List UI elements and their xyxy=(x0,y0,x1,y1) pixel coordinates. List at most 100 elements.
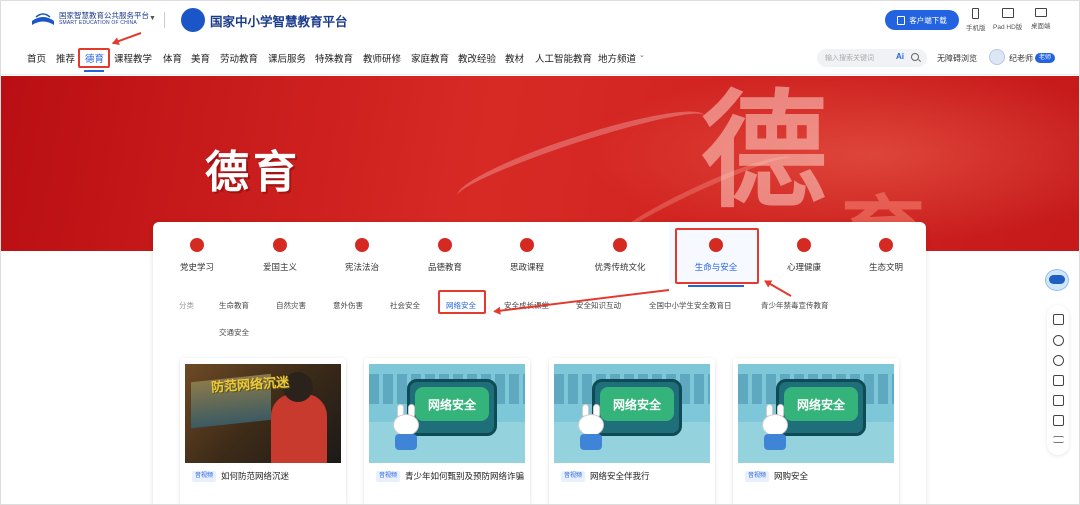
category-label: 生态文明 xyxy=(868,262,903,272)
subcategory-anti-drug[interactable]: 青少年禁毒宣传教育 xyxy=(761,300,829,311)
party-emblem-icon xyxy=(188,237,206,253)
subcategory-safety-interaction[interactable]: 安全知识互动 xyxy=(576,300,621,311)
device-label: Pad HD版 xyxy=(993,24,1023,31)
card-title[interactable]: 网购安全 xyxy=(774,470,894,483)
bunny-mascot xyxy=(391,404,423,452)
card-thumbnail: 网络安全 xyxy=(554,364,710,463)
mobile-version-link[interactable]: 手机版 xyxy=(966,8,986,32)
nav-item-recommend[interactable]: 推荐 xyxy=(56,51,75,65)
category-label: 思政课程 xyxy=(509,262,544,272)
heart-hands-icon xyxy=(436,237,454,253)
cube-icon[interactable] xyxy=(1053,355,1064,366)
pad-version-link[interactable]: Pad HD版 xyxy=(993,8,1022,31)
thumbnail-overlay-text: 网络安全 xyxy=(600,387,674,421)
download-button[interactable]: 客户端下载 xyxy=(885,10,959,30)
nav-item-reform[interactable]: 教改经验 xyxy=(458,51,496,65)
category-label: 优秀传统文化 xyxy=(594,262,646,272)
category-patriotism[interactable]: 爱国主义 xyxy=(244,237,316,273)
logo-english-text: SMART EDUCATION OF CHINA xyxy=(59,19,137,26)
feedback-icon[interactable] xyxy=(1053,415,1064,426)
accessibility-link[interactable]: 无障碍浏览 xyxy=(937,53,977,64)
nav-item-teacher-training[interactable]: 教师研修 xyxy=(363,51,401,65)
copy-icon[interactable] xyxy=(1053,375,1064,386)
book-logo-icon xyxy=(32,13,54,25)
resource-card[interactable]: 网络安全 音视频 网络安全伴我行 xyxy=(549,358,715,504)
card-title[interactable]: 青少年如何甄别及预防网络诈骗 xyxy=(405,470,525,483)
media-type-badge: 音视频 xyxy=(192,471,217,482)
nav-item-after-school[interactable]: 课后服务 xyxy=(268,51,306,65)
category-morality[interactable]: 品德教育 xyxy=(409,237,481,273)
subcategory-label: 分类 xyxy=(179,301,194,310)
platform-logo[interactable]: 国家中小学智慧教育平台 xyxy=(181,8,348,32)
category-party-history[interactable]: 党史学习 xyxy=(161,237,233,273)
logo-chinese-text: 国家智慧教育公共服务平台 xyxy=(59,11,149,21)
active-nav-underline xyxy=(84,70,104,72)
card-thumbnail: 网络安全 xyxy=(738,364,894,463)
search-box[interactable]: 输入搜索关键词 Ai xyxy=(817,49,927,67)
subcategory-safety-day[interactable]: 全国中小学生安全教育日 xyxy=(649,300,732,311)
card-title[interactable]: 网络安全伴我行 xyxy=(590,470,710,483)
divider xyxy=(164,12,165,28)
nav-item-home[interactable]: 首页 xyxy=(27,51,46,65)
bunny-mascot xyxy=(576,404,608,452)
category-label: 宪法法治 xyxy=(344,262,379,272)
smart-education-logo[interactable]: 国家智慧教育公共服务平台 SMART EDUCATION OF CHINA xyxy=(31,11,149,27)
nav-item-labor[interactable]: 劳动教育 xyxy=(220,51,258,65)
category-label: 心理健康 xyxy=(786,262,821,272)
card-thumbnail: 网络安全 xyxy=(369,364,525,463)
document-icon[interactable] xyxy=(1053,395,1064,406)
menu-icon[interactable] xyxy=(1053,436,1064,443)
category-constitution-law[interactable]: 宪法法治 xyxy=(326,237,398,273)
nav-item-sports[interactable]: 体育 xyxy=(163,51,182,65)
highlight-box xyxy=(78,48,110,68)
category-label: 品德教育 xyxy=(427,262,462,272)
home-icon[interactable] xyxy=(1053,314,1064,325)
resource-card[interactable]: 网络安全 音视频 青少年如何甄别及预防网络诈骗 xyxy=(364,358,530,504)
heart-icon xyxy=(271,237,289,253)
avatar[interactable] xyxy=(989,49,1005,65)
resource-card[interactable]: 防范网络沉迷 音视频 如何防范网络沉迷 xyxy=(180,358,346,504)
search-icon[interactable] xyxy=(911,53,919,61)
card-title[interactable]: 如何防范网络沉迷 xyxy=(221,470,341,483)
subcategory-natural-disasters[interactable]: 自然灾害 xyxy=(276,300,306,311)
nav-item-local-channels[interactable]: 地方频道 xyxy=(598,51,636,65)
banner-title: 德育 xyxy=(205,147,301,198)
cloud-logo-icon xyxy=(181,8,205,32)
page-root: 国家智慧教育公共服务平台 SMART EDUCATION OF CHINA ▼ … xyxy=(0,0,1080,505)
thumbnail-overlay-text: 防范网络沉迷 xyxy=(210,375,290,396)
subcategory-social-security[interactable]: 社会安全 xyxy=(390,300,420,311)
resource-card[interactable]: 网络安全 音视频 网购安全 xyxy=(733,358,899,504)
media-type-badge: 音视频 xyxy=(376,471,401,482)
tablet-icon xyxy=(1001,8,1014,18)
nav-item-courses[interactable]: 课程教学 xyxy=(114,51,152,65)
media-type-badge: 音视频 xyxy=(745,471,770,482)
category-label: 爱国主义 xyxy=(262,262,297,272)
desktop-version-link[interactable]: 桌面端 xyxy=(1031,8,1051,30)
user-name[interactable]: 纪老师 xyxy=(1009,53,1033,64)
category-mental-health[interactable]: 心理健康 xyxy=(768,237,840,273)
category-traditional-culture[interactable]: 优秀传统文化 xyxy=(584,237,656,273)
mind-icon xyxy=(795,237,813,253)
nav-item-special-education[interactable]: 特殊教育 xyxy=(315,51,353,65)
media-type-badge: 音视频 xyxy=(561,471,586,482)
nav-item-ai-education[interactable]: 人工智能教育 xyxy=(535,51,592,65)
category-ideology[interactable]: 思政课程 xyxy=(491,237,563,273)
subcategory-accidents[interactable]: 意外伤害 xyxy=(333,300,363,311)
chevron-down-icon[interactable]: ▼ xyxy=(149,15,156,22)
download-icon xyxy=(897,15,906,25)
chevron-down-icon[interactable]: ⌄ xyxy=(639,51,645,59)
subcategory-life-education[interactable]: 生命教育 xyxy=(219,300,249,311)
nav-item-arts[interactable]: 美育 xyxy=(191,51,210,65)
assistant-robot-icon[interactable] xyxy=(1043,267,1071,299)
card-thumbnail: 防范网络沉迷 xyxy=(185,364,341,463)
ai-search-icon[interactable]: Ai xyxy=(896,52,904,61)
person-heart-icon xyxy=(518,237,536,253)
category-ecology[interactable]: 生态文明 xyxy=(850,237,922,273)
help-icon[interactable] xyxy=(1053,335,1064,346)
top-bar: 国家智慧教育公共服务平台 SMART EDUCATION OF CHINA ▼ … xyxy=(1,1,1079,39)
nav-item-family-education[interactable]: 家庭教育 xyxy=(411,51,449,65)
teacher-badge: 老师 xyxy=(1035,53,1056,63)
nav-item-textbooks[interactable]: 教材 xyxy=(505,51,524,65)
device-label: 桌面端 xyxy=(1031,23,1051,30)
subcategory-traffic-safety[interactable]: 交通安全 xyxy=(219,327,249,338)
